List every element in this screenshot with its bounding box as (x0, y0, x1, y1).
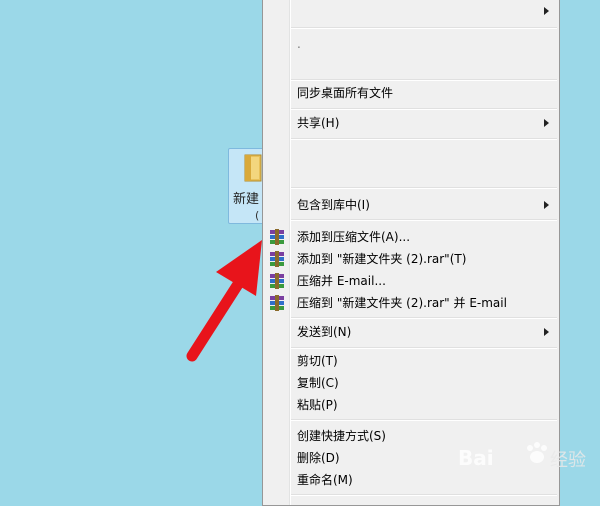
watermark-sub: 经验 (550, 450, 586, 471)
red-arrow-annotation (186, 240, 262, 362)
baidu-watermark: Bai 经验 (438, 440, 586, 480)
paw-icon (527, 442, 547, 463)
watermark-text: Bai (458, 446, 494, 470)
